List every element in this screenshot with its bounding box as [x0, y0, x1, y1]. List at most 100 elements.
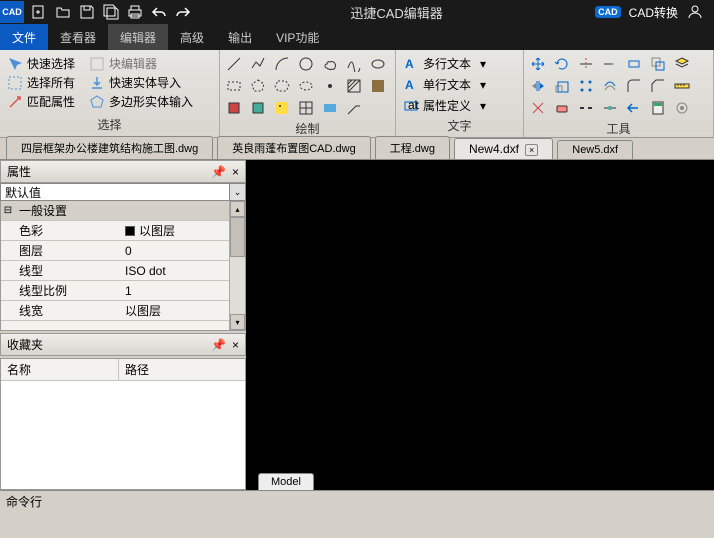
app-logo[interactable]: CAD — [0, 1, 24, 23]
quick-import-button[interactable]: 快速实体导入 — [86, 73, 196, 92]
mirror-icon[interactable] — [528, 76, 548, 96]
break-icon[interactable] — [576, 98, 596, 118]
tab-close-icon[interactable]: × — [525, 144, 538, 156]
text-button[interactable]: A单行文本▾ — [400, 75, 519, 94]
document-tabs: 四层框架办公楼建筑结构施工图.dwg 英良雨蓬布置图CAD.dwg 工程.dwg… — [0, 138, 714, 160]
array-icon[interactable] — [576, 76, 596, 96]
menu-vip[interactable]: VIP功能 — [264, 24, 331, 50]
quick-select-button[interactable]: 快速选择 — [4, 54, 78, 73]
menu-file[interactable]: 文件 — [0, 24, 48, 50]
open-icon[interactable] — [54, 3, 72, 21]
select-all-button[interactable]: 选择所有 — [4, 73, 78, 92]
block-icon[interactable] — [224, 98, 244, 118]
close-icon[interactable]: × — [232, 165, 239, 179]
props-scrollbar[interactable]: ▴ ▾ — [229, 201, 245, 330]
saveall-icon[interactable] — [102, 3, 120, 21]
explode-icon[interactable] — [528, 98, 548, 118]
tool-icon[interactable] — [672, 98, 692, 118]
drawing-canvas[interactable]: Model — [246, 160, 714, 490]
revcloud-icon[interactable] — [320, 54, 340, 74]
extend-icon[interactable] — [600, 54, 620, 74]
redo-icon[interactable] — [174, 3, 192, 21]
save-icon[interactable] — [78, 3, 96, 21]
prop-row-linetype[interactable]: 线型ISO dot — [1, 261, 229, 281]
chamfer-icon[interactable] — [648, 76, 668, 96]
fillet-icon[interactable] — [624, 76, 644, 96]
hex-icon[interactable] — [272, 76, 292, 96]
combo-dropdown-icon[interactable]: ⌄ — [229, 184, 245, 200]
layer-icon[interactable] — [672, 54, 692, 74]
point-icon[interactable] — [320, 76, 340, 96]
circle-icon[interactable] — [296, 54, 316, 74]
print-icon[interactable] — [126, 3, 144, 21]
undo-icon[interactable] — [150, 3, 168, 21]
move-icon[interactable] — [528, 54, 548, 74]
rotate-icon[interactable] — [552, 54, 572, 74]
menu-output[interactable]: 输出 — [216, 24, 264, 50]
polygon-icon[interactable] — [248, 76, 268, 96]
measure-icon[interactable] — [672, 76, 692, 96]
menu-editor[interactable]: 编辑器 — [108, 24, 168, 50]
cad-convert-link[interactable]: CAD转换 — [629, 4, 678, 21]
copy-icon[interactable] — [648, 54, 668, 74]
prop-row-color[interactable]: 色彩以图层 — [1, 221, 229, 241]
match-prop-button[interactable]: 匹配属性 — [4, 92, 78, 111]
erase-icon[interactable] — [552, 98, 572, 118]
scroll-up-icon[interactable]: ▴ — [230, 201, 245, 217]
tab-doc4[interactable]: New4.dxf× — [454, 138, 553, 159]
calc-icon[interactable] — [648, 98, 668, 118]
tab-doc5[interactable]: New5.dxf — [557, 140, 633, 159]
prop-row-ltscale[interactable]: 线型比例1 — [1, 281, 229, 301]
fav-col-name[interactable]: 名称 — [1, 359, 119, 380]
scroll-down-icon[interactable]: ▾ — [230, 314, 245, 330]
polyline-icon[interactable] — [248, 54, 268, 74]
dropdown-icon[interactable]: ▾ — [475, 77, 491, 93]
attrdef-button[interactable]: ab属性定义▾ — [400, 96, 519, 115]
tab-doc2[interactable]: 英良雨蓬布置图CAD.dwg — [217, 136, 370, 159]
gradient-icon[interactable] — [368, 76, 388, 96]
offset-icon[interactable] — [600, 76, 620, 96]
prop-group-general[interactable]: ⊟一般设置 — [1, 201, 229, 221]
dropdown-icon[interactable]: ▾ — [475, 98, 491, 114]
menu-advanced[interactable]: 高级 — [168, 24, 216, 50]
tab-doc3[interactable]: 工程.dwg — [375, 136, 450, 159]
command-line[interactable]: 命令行 — [0, 490, 714, 512]
scale-icon[interactable] — [552, 76, 572, 96]
rect-icon[interactable] — [224, 76, 244, 96]
dropdown-icon[interactable]: ▾ — [475, 56, 491, 72]
leader-icon[interactable] — [344, 98, 364, 118]
new-icon[interactable] — [30, 3, 48, 21]
polygon-input-button[interactable]: 多边形实体输入 — [86, 92, 196, 111]
tab-doc1[interactable]: 四层框架办公楼建筑结构施工图.dwg — [6, 136, 213, 159]
default-combo[interactable]: ⌄ — [0, 183, 246, 201]
default-input[interactable] — [1, 184, 229, 200]
hatch-icon[interactable] — [344, 76, 364, 96]
mtext-button[interactable]: A多行文本▾ — [400, 54, 519, 73]
insert-icon[interactable] — [248, 98, 268, 118]
menu-viewer[interactable]: 查看器 — [48, 24, 108, 50]
close-icon[interactable]: × — [232, 338, 239, 352]
model-tab[interactable]: Model — [258, 473, 314, 490]
undo2-icon[interactable] — [624, 98, 644, 118]
user-icon[interactable] — [686, 3, 704, 21]
trim-icon[interactable] — [576, 54, 596, 74]
stretch-icon[interactable] — [624, 54, 644, 74]
image-icon[interactable] — [272, 98, 292, 118]
ellipse-icon[interactable] — [368, 54, 388, 74]
pin-icon[interactable]: 📌 — [211, 338, 226, 352]
arc-icon[interactable] — [272, 54, 292, 74]
prop-row-layer[interactable]: 图层0 — [1, 241, 229, 261]
block-editor-button[interactable]: 块编辑器 — [86, 54, 196, 73]
ellipse2-icon[interactable] — [296, 76, 316, 96]
pin-icon[interactable]: 📌 — [211, 165, 226, 179]
prop-row-lineweight[interactable]: 线宽以图层 — [1, 301, 229, 321]
fav-col-path[interactable]: 路径 — [119, 359, 155, 380]
table-icon[interactable] — [296, 98, 316, 118]
scroll-thumb[interactable] — [230, 217, 245, 257]
spline-icon[interactable] — [344, 54, 364, 74]
viewport-icon[interactable] — [320, 98, 340, 118]
join-icon[interactable] — [600, 98, 620, 118]
mtext-label: 多行文本 — [423, 55, 471, 72]
ribbon: 快速选择 选择所有 匹配属性 块编辑器 快速实体导入 多边形实体输入 选择 — [0, 50, 714, 138]
line-icon[interactable] — [224, 54, 244, 74]
